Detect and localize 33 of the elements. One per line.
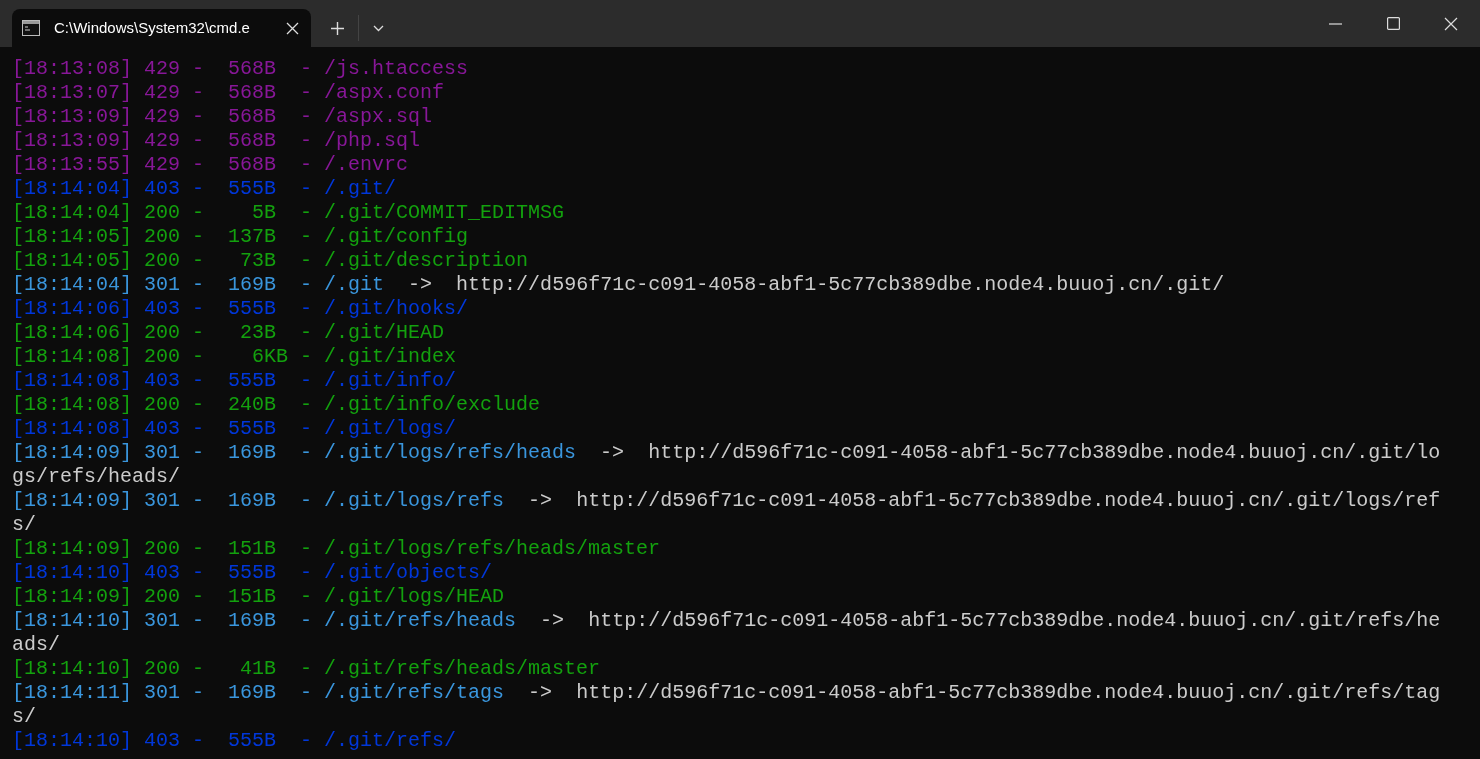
log-line: [18:14:09] 200 - 151B - /.git/logs/refs/heads/master bbox=[12, 537, 662, 561]
close-icon[interactable] bbox=[286, 21, 299, 35]
terminal-tab[interactable]: C:\Windows\System32\cmd.e bbox=[12, 9, 311, 47]
log-line: [18:14:06] 403 - 555B - /.git/hooks/ bbox=[12, 297, 470, 321]
log-line: [18:14:10] 200 - 41B - /.git/refs/heads/master bbox=[12, 657, 602, 681]
log-line: [18:14:04] 301 - 169B - /.git -> http://d596f71c-c091-4058-abf1-5c77cb389dbe.node4.buuoj.cn/.git/ bbox=[12, 273, 1226, 297]
log-line: [18:14:11] 301 - 169B - /.git/refs/tags -> http://d596f71c-c091-4058-abf1-5c77cb389dbe.node4.buuoj.cn/.git/refs/tags/ bbox=[12, 681, 1442, 729]
maximize-icon[interactable] bbox=[1386, 17, 1400, 30]
new-tab-icon[interactable] bbox=[331, 21, 344, 35]
log-line: [18:14:04] 403 - 555B - /.git/ bbox=[12, 177, 398, 201]
log-line: [18:13:09] 429 - 568B - /php.sql bbox=[12, 129, 422, 153]
log-line: [18:14:05] 200 - 137B - /.git/config bbox=[12, 225, 470, 249]
log-line: [18:14:10] 403 - 555B - /.git/refs/ bbox=[12, 729, 458, 753]
log-line: [18:13:09] 429 - 568B - /aspx.sql bbox=[12, 105, 434, 129]
log-line: [18:14:09] 200 - 151B - /.git/logs/HEAD bbox=[12, 585, 506, 609]
log-line: [18:14:05] 200 - 73B - /.git/description bbox=[12, 249, 530, 273]
log-line: [18:13:07] 429 - 568B - /aspx.conf bbox=[12, 81, 446, 105]
log-line: [18:14:09] 301 - 169B - /.git/logs/refs -> http://d596f71c-c091-4058-abf1-5c77cb389dbe.node4.buuoj.cn/.git/logs/refs/ bbox=[12, 489, 1442, 537]
log-line: [18:14:08] 403 - 555B - /.git/info/ bbox=[12, 369, 458, 393]
log-line: [18:13:55] 429 - 568B - /.envrc bbox=[12, 153, 410, 177]
log-line: [18:14:08] 200 - 240B - /.git/info/exclude bbox=[12, 393, 542, 417]
dropdown-caret-icon[interactable] bbox=[373, 24, 384, 32]
tab-title: C:\Windows\System32\cmd.e bbox=[54, 17, 251, 38]
terminal-icon bbox=[22, 20, 40, 36]
log-line: [18:14:10] 403 - 555B - /.git/objects/ bbox=[12, 561, 494, 585]
log-line: [18:13:08] 429 - 568B - /js.htaccess bbox=[12, 57, 470, 81]
log-line: [18:14:08] 403 - 555B - /.git/logs/ bbox=[12, 417, 458, 441]
log-line: [18:14:06] 200 - 23B - /.git/HEAD bbox=[12, 321, 446, 345]
log-line: [18:14:08] 200 - 6KB - /.git/index bbox=[12, 345, 458, 369]
log-line: [18:14:10] 301 - 169B - /.git/refs/heads -> http://d596f71c-c091-4058-abf1-5c77cb389dbe.node4.buuoj.cn/.git/refs/heads/ bbox=[12, 609, 1442, 657]
close-icon[interactable] bbox=[1444, 16, 1458, 31]
log-line: [18:14:04] 200 - 5B - /.git/COMMIT_EDITMSG bbox=[12, 201, 566, 225]
minimize-icon[interactable] bbox=[1328, 22, 1342, 25]
